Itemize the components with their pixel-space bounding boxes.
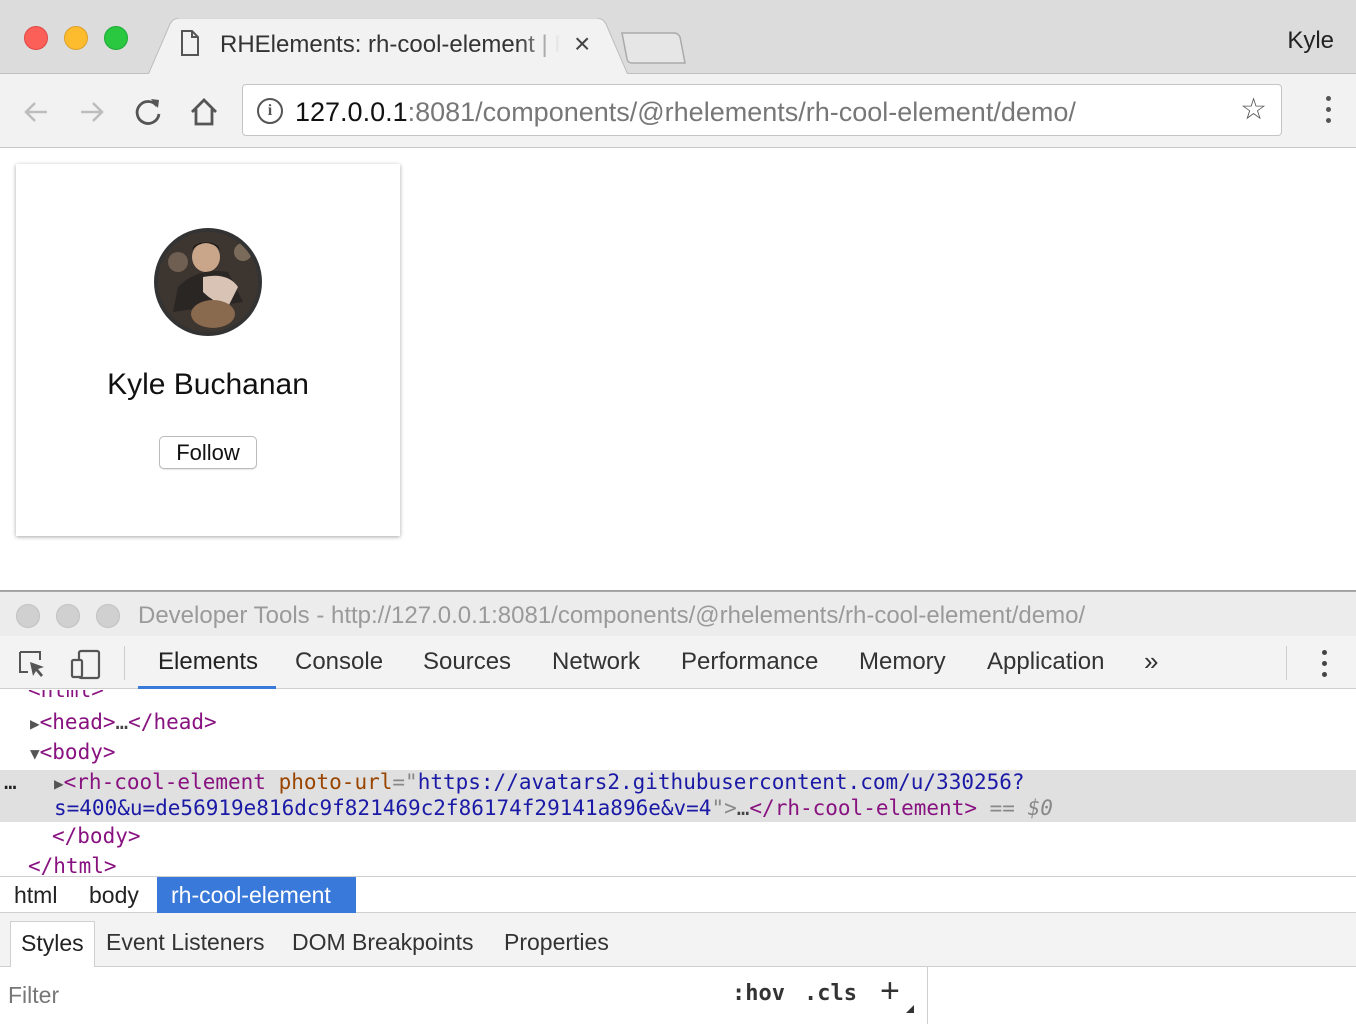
window-minimize-button[interactable] [64, 26, 88, 50]
tab-elements[interactable]: Elements [158, 648, 258, 676]
toolbar-separator [124, 646, 125, 680]
computed-pane [929, 967, 1356, 1024]
avatar [154, 228, 262, 336]
dom-node-rh-cool-element-cont[interactable]: s=400&u=de56919e816dc9f821469c2f86174f29… [54, 796, 1053, 820]
devtools-close-button[interactable] [16, 604, 40, 628]
tag-html-open: <html> [28, 690, 104, 702]
page-viewport: Kyle Buchanan Follow [0, 149, 1356, 590]
home-icon[interactable] [186, 94, 222, 130]
browser-toolbar: i 127.0.0.1:8081/components/@rhelements/… [0, 74, 1356, 148]
devtools-minimize-button[interactable] [56, 604, 80, 628]
inspect-element-icon[interactable] [16, 648, 48, 680]
dom-node-html[interactable]: <html> [28, 690, 104, 702]
collapse-triangle-icon[interactable]: ▼ [30, 744, 40, 763]
dom-node-html-close[interactable]: </html> [28, 854, 117, 876]
attribute-value-line2[interactable]: s=400&u=de56919e816dc9f821469c2f86174f29… [54, 796, 711, 820]
attribute-value-line1[interactable]: https://avatars2.githubusercontent.com/u… [418, 770, 1025, 794]
tab-title: RHElements: rh-cool-element | RHElements [220, 31, 560, 58]
tab-event-listeners[interactable]: Event Listeners [96, 921, 275, 967]
url-path: :8081/components/@rhelements/rh-cool-ele… [407, 97, 1076, 127]
dom-tree: <html> ▶<head>…</head> ▼<body> … ▶<rh-co… [0, 690, 1356, 876]
attribute-name: photo-url [278, 770, 393, 794]
new-rule-menu-corner-icon [906, 1005, 914, 1013]
tab-properties[interactable]: Properties [494, 921, 619, 967]
profile-card: Kyle Buchanan Follow [16, 164, 400, 536]
tag-body-open: <body> [39, 740, 116, 764]
dom-node-body-close[interactable]: </body> [52, 824, 141, 848]
expand-triangle-icon[interactable]: ▶ [30, 714, 40, 733]
attribute-end: "> [711, 796, 737, 820]
url-host: 127.0.0.1 [295, 97, 408, 127]
breadcrumb-rh-cool-element[interactable]: rh-cool-element [157, 877, 356, 913]
tab-dom-breakpoints[interactable]: DOM Breakpoints [282, 921, 484, 967]
tab-console[interactable]: Console [295, 648, 383, 676]
tab-styles[interactable]: Styles [10, 921, 95, 967]
dom-node-head[interactable]: ▶<head>…</head> [30, 710, 217, 734]
tab-network[interactable]: Network [552, 648, 640, 676]
address-bar[interactable]: i 127.0.0.1:8081/components/@rhelements/… [242, 84, 1282, 136]
tag-rh-cool-element-open: <rh-cool-element [63, 770, 266, 794]
tab-performance[interactable]: Performance [681, 648, 818, 676]
reload-icon[interactable] [130, 94, 166, 130]
class-toggle[interactable]: .cls [804, 981, 857, 1006]
devtools-menu-icon[interactable] [1320, 650, 1328, 680]
breadcrumb: html body rh-cool-element [0, 876, 1356, 913]
url-text: 127.0.0.1:8081/components/@rhelements/rh… [295, 97, 1076, 128]
devtools-tabbar: Elements Console Sources Network Perform… [0, 636, 1356, 689]
bookmark-star-icon[interactable]: ☆ [1240, 94, 1267, 126]
devtools-maximize-button[interactable] [96, 604, 120, 628]
hover-state-toggle[interactable]: :hov [732, 981, 785, 1006]
devtools-window-title: Developer Tools - http://127.0.0.1:8081/… [138, 602, 1086, 629]
sidebar-tabbar: Styles Event Listeners DOM Breakpoints P… [0, 913, 1356, 967]
collapsed-ellipsis[interactable]: … [737, 796, 750, 820]
tab-close-icon[interactable]: × [574, 30, 590, 58]
browser-menu-icon[interactable] [1324, 96, 1332, 126]
forward-arrow-icon[interactable] [74, 94, 110, 130]
tag-html-close: </html> [28, 854, 117, 876]
styles-filter-bar: :hov .cls + [0, 967, 928, 1024]
new-style-rule-icon[interactable]: + [880, 973, 900, 1009]
tag-head-open: <head> [39, 710, 116, 734]
browser-tabstrip: RHElements: rh-cool-element | RHElements… [0, 0, 1356, 75]
tab-application[interactable]: Application [987, 648, 1104, 676]
window-close-button[interactable] [24, 26, 48, 50]
dom-node-rh-cool-element[interactable]: ▶<rh-cool-element photo-url="https://ava… [54, 770, 1025, 794]
back-arrow-icon[interactable] [18, 94, 54, 130]
toolbar-separator [1286, 646, 1287, 680]
site-info-icon[interactable]: i [257, 98, 283, 124]
tab-sources[interactable]: Sources [423, 648, 511, 676]
tab-memory[interactable]: Memory [859, 648, 946, 676]
node-actions-dots[interactable]: … [4, 770, 17, 794]
window-maximize-button[interactable] [104, 26, 128, 50]
dom-node-body[interactable]: ▼<body> [30, 740, 116, 764]
equals-marker: == [976, 796, 1028, 820]
more-tabs-icon[interactable]: » [1144, 646, 1158, 677]
page-document-icon [181, 30, 199, 56]
active-tab-indicator [138, 686, 276, 689]
styles-filter-input[interactable] [8, 979, 708, 1011]
tag-head-close: </head> [128, 710, 217, 734]
expand-triangle-icon[interactable]: ▶ [54, 774, 64, 793]
dollar-zero-marker: $0 [1027, 796, 1053, 820]
breadcrumb-body[interactable]: body [77, 877, 151, 913]
device-toolbar-icon[interactable] [70, 648, 102, 680]
breadcrumb-html[interactable]: html [2, 877, 69, 913]
collapsed-ellipsis[interactable]: … [116, 710, 129, 734]
attribute-equals: =" [392, 770, 418, 794]
new-tab-button[interactable] [620, 32, 686, 64]
follow-button[interactable]: Follow [159, 436, 257, 469]
tag-rh-cool-element-close: </rh-cool-element> [749, 796, 977, 820]
profile-name-heading: Kyle Buchanan [107, 368, 309, 401]
profile-name[interactable]: Kyle [1287, 27, 1334, 55]
tag-body-close: </body> [52, 824, 141, 848]
